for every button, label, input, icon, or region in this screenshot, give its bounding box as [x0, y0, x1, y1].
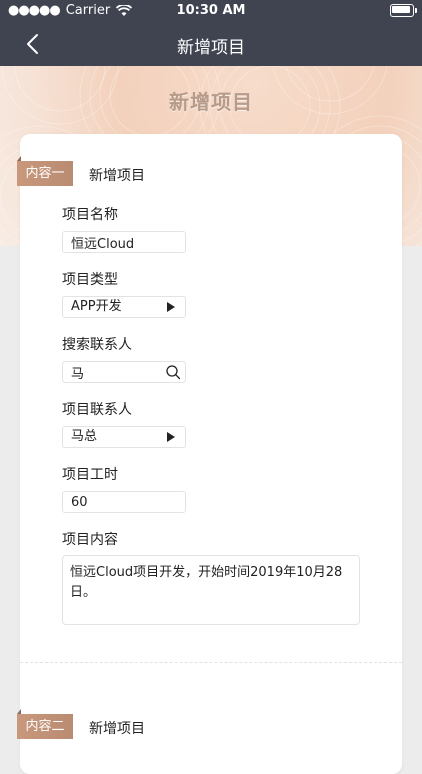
caret-right-icon: [167, 302, 175, 312]
nav-title: 新增项目: [177, 38, 245, 58]
project-type-value: APP开发: [71, 299, 122, 314]
project-type-label: 项目类型: [62, 272, 118, 288]
project-name-field[interactable]: [71, 234, 177, 250]
project-content-textarea[interactable]: 恒远Cloud项目开发，开始时间2019年10月28日。: [62, 555, 360, 625]
battery-icon: [390, 4, 417, 17]
project-name-label: 项目名称: [62, 207, 118, 223]
project-content-label: 项目内容: [62, 532, 118, 548]
project-hours-field[interactable]: [71, 494, 177, 510]
project-hours-input[interactable]: [62, 491, 186, 513]
project-contact-label: 项目联系人: [62, 402, 132, 418]
caret-right-icon: [167, 432, 175, 442]
status-bar: ●●●●● Carrier 10:30 AM: [0, 0, 422, 22]
search-icon[interactable]: [165, 364, 181, 380]
section-tag-1: 内容一: [17, 156, 73, 186]
project-name-input[interactable]: [62, 231, 186, 253]
search-contact-label: 搜索联系人: [62, 337, 132, 353]
nav-bar: 新增项目: [0, 22, 422, 66]
project-contact-value: 马总: [71, 429, 98, 444]
project-contact-select[interactable]: 马总: [62, 426, 186, 448]
project-type-select[interactable]: APP开发: [62, 296, 186, 318]
section-tag-2: 内容二: [17, 709, 73, 739]
hero-title: 新增项目: [169, 90, 253, 114]
status-time: 10:30 AM: [176, 3, 246, 18]
form-card: [20, 134, 402, 774]
section-divider: [20, 662, 402, 663]
search-contact-input[interactable]: [62, 361, 186, 383]
project-hours-label: 项目工时: [62, 467, 118, 483]
search-contact-field[interactable]: [71, 364, 177, 380]
section-label-1: 新增项目: [89, 168, 145, 184]
section-label-2: 新增项目: [89, 721, 145, 737]
